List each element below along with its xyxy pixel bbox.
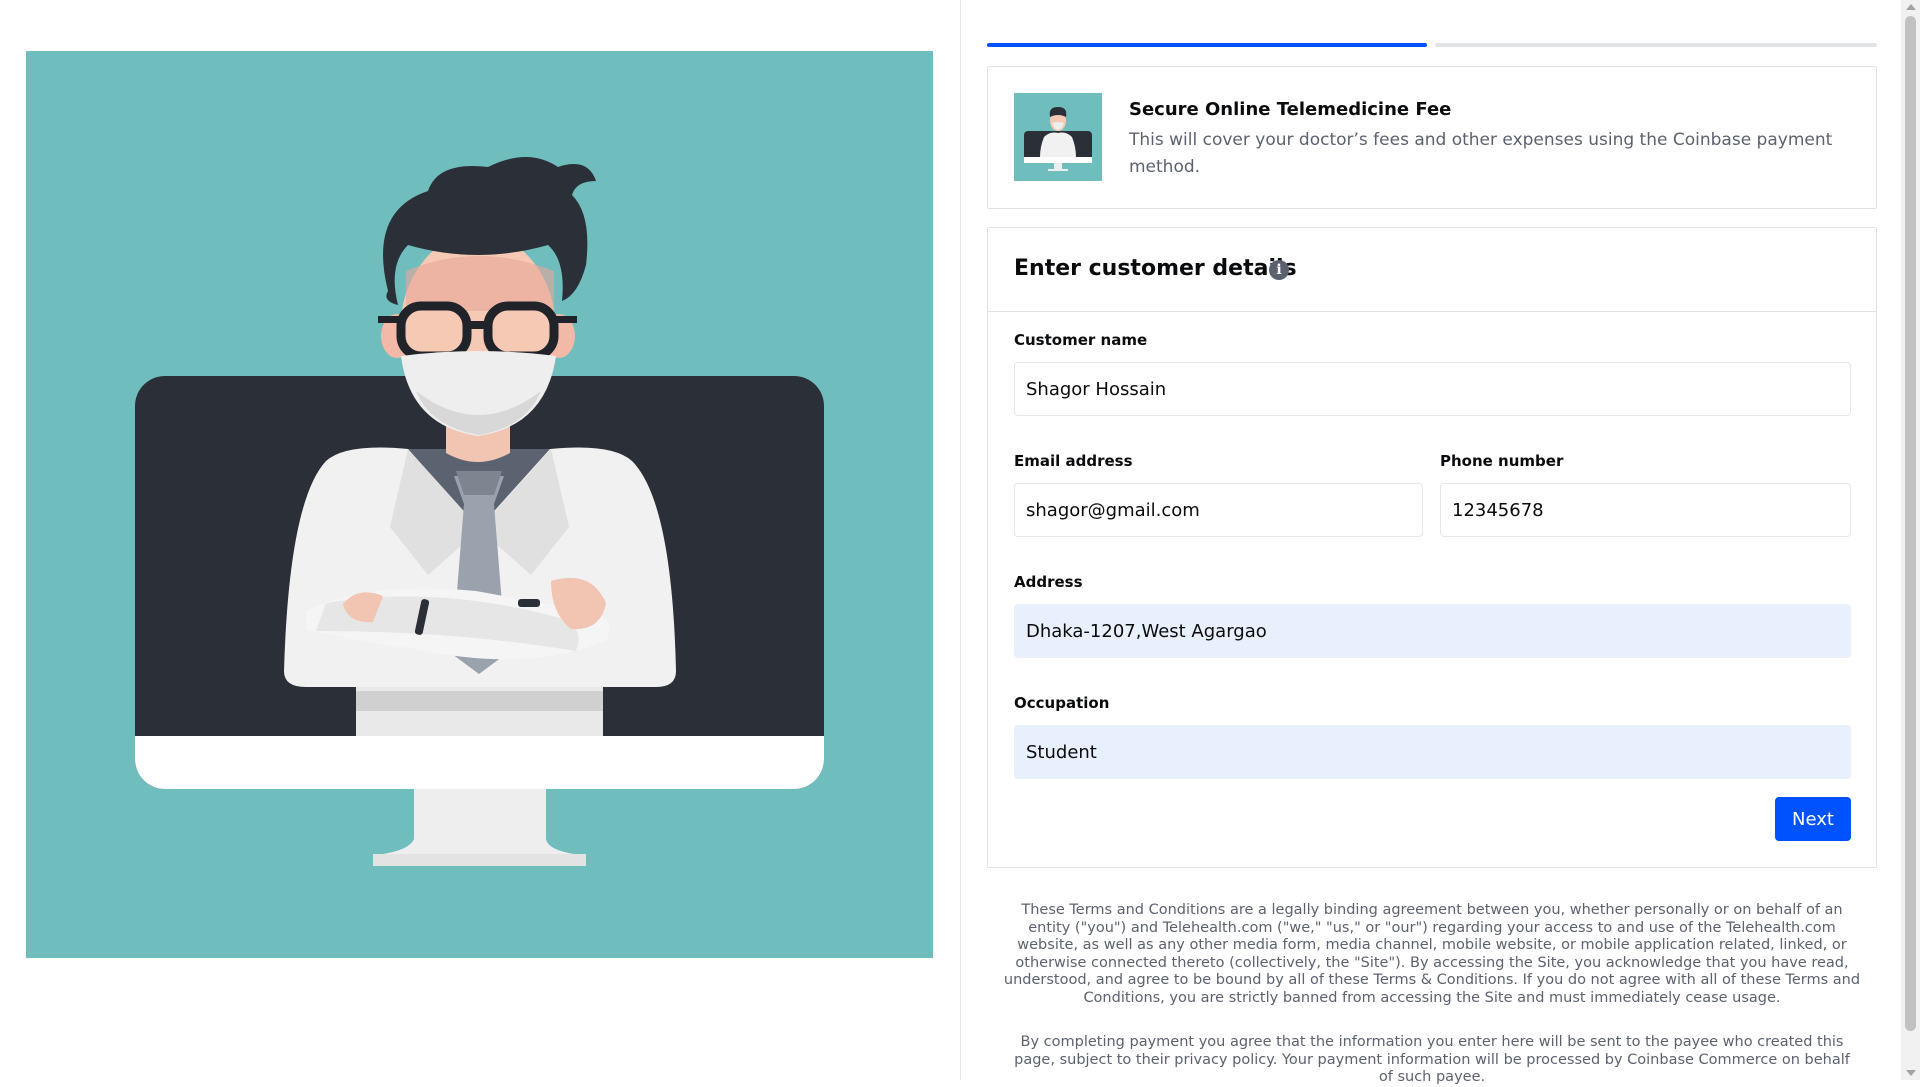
product-thumbnail [1014, 93, 1102, 181]
panel-divider [960, 0, 961, 1080]
scroll-thumb[interactable] [1905, 16, 1916, 1031]
left-panel [0, 0, 960, 1080]
form-title: Enter customer details [1014, 256, 1297, 281]
email-label: Email address [1014, 452, 1133, 470]
doctor-illustration [26, 51, 933, 958]
info-icon[interactable]: i [1269, 260, 1289, 280]
terms-text: These Terms and Conditions are a legally… [1003, 902, 1861, 1006]
scroll-up-arrow-icon[interactable] [1906, 4, 1916, 10]
scroll-down-arrow-icon[interactable] [1906, 1070, 1916, 1076]
email-input[interactable] [1014, 483, 1423, 537]
customer-details-card: Enter customer details i Customer name E… [987, 227, 1877, 868]
payment-disclaimer: By completing payment you agree that the… [1014, 1034, 1850, 1085]
checkout-panel: Secure Online Telemedicine Fee This will… [987, 0, 1877, 1085]
product-description: This will cover your doctor’s fees and o… [1129, 130, 1833, 177]
occupation-label: Occupation [1014, 694, 1110, 712]
product-title: Secure Online Telemedicine Fee [1129, 99, 1452, 120]
address-label: Address [1014, 573, 1083, 591]
next-button[interactable]: Next [1775, 797, 1851, 841]
phone-input[interactable] [1440, 483, 1851, 537]
progress-step-1 [987, 43, 1427, 47]
customer-name-label: Customer name [1014, 331, 1148, 349]
progress-step-2 [1435, 43, 1877, 47]
occupation-input[interactable] [1014, 725, 1851, 779]
address-input[interactable] [1014, 604, 1851, 658]
customer-name-input[interactable] [1014, 362, 1851, 416]
product-card: Secure Online Telemedicine Fee This will… [987, 66, 1877, 209]
form-header: Enter customer details i [988, 228, 1876, 312]
page-scrollbar[interactable] [1901, 0, 1920, 1080]
phone-label: Phone number [1440, 452, 1564, 470]
